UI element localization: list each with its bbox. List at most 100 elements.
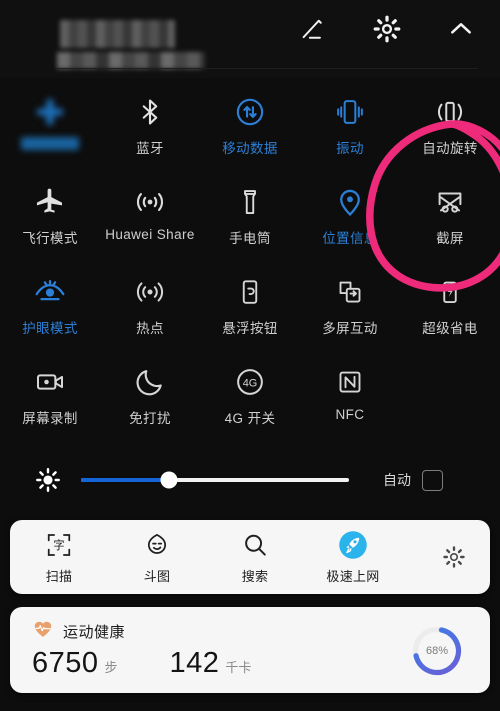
toggle-label: 多屏互动 [322,321,378,336]
shortcut-settings-gear-icon[interactable] [440,543,468,571]
toggle-label: 手电筒 [229,231,271,246]
svg-text:字: 字 [53,538,64,552]
wifi-icon [33,93,67,131]
svg-text:4G: 4G [243,378,258,390]
meme-face-icon [143,529,171,561]
toggle-hotspot[interactable]: 热点 [100,262,200,352]
toggle-row: 护眼模式 热点 悬浮按钮 多屏互动 超级省电 [0,262,500,352]
brightness-sun-icon [33,465,63,495]
toggle-label: 自动旋转 [422,141,478,156]
brightness-slider[interactable] [81,471,349,489]
toggle-location[interactable]: 位置信息 [300,172,400,262]
4g-switch-icon: 4G [234,363,266,401]
header-divider [57,68,478,69]
toggle-label: 位置信息 [322,231,378,246]
toggle-label: 4G 开关 [224,411,276,426]
quick-settings-panel: 蓝牙 移动数据 振动 自动旋转 飞行模式 Huawei Share 手电筒 位置… [0,0,500,711]
redacted-carrier-text [60,20,175,48]
shortcut-label: 极速上网 [326,569,380,584]
huawei-share-icon [133,183,167,221]
shortcut-card: 字 扫描 斗图 搜索 极速上网 [10,520,490,594]
toggle-mobile-data[interactable]: 移动数据 [200,82,300,172]
toggle-label: 超级省电 [422,321,478,336]
gear-icon[interactable] [370,12,404,46]
status-header [0,0,500,78]
toggle-label: 移动数据 [222,141,278,156]
toggle-huawei-share[interactable]: Huawei Share [100,172,200,262]
do-not-disturb-icon [134,363,166,401]
heart-pulse-icon [32,618,54,645]
nfc-icon [335,363,365,401]
toggle-row: 飞行模式 Huawei Share 手电筒 位置信息 截屏 [0,172,500,262]
toggle-vibrate[interactable]: 振动 [300,82,400,172]
toggle-label: 悬浮按钮 [222,321,278,336]
toggle-flashlight[interactable]: 手电筒 [200,172,300,262]
toggle-label: 截屏 [436,231,464,246]
shortcut-scan[interactable]: 字 扫描 [10,529,108,585]
health-progress-label: 68% [425,645,449,657]
shortcut-label: 斗图 [143,569,171,584]
toggle-auto-rotate[interactable]: 自动旋转 [400,82,500,172]
toggle-row: 屏幕录制 免打扰 4G 4G 开关 NFC [0,352,500,442]
screenshot-icon [434,183,466,221]
vibrate-icon [334,93,366,131]
auto-rotate-icon [434,93,466,131]
toggle-nfc[interactable]: NFC [300,352,400,442]
calories-unit: 千卡 [225,660,252,675]
toggle-label: 振动 [336,141,364,156]
toggle-bluetooth[interactable]: 蓝牙 [100,82,200,172]
toggle-label: NFC [335,407,365,422]
floating-button-icon [235,273,265,311]
toggle-label: 飞行模式 [22,231,78,246]
toggle-do-not-disturb[interactable]: 免打扰 [100,352,200,442]
shortcut-fast-internet[interactable]: 极速上网 [304,529,402,585]
flashlight-icon [235,183,265,221]
health-title: 运动健康 [63,624,126,641]
health-progress-ring: 68% [410,624,464,678]
shortcut-label: 搜索 [241,569,269,584]
toggle-floating-button[interactable]: 悬浮按钮 [200,262,300,352]
toggle-4g-switch[interactable]: 4G 4G 开关 [200,352,300,442]
screen-record-icon [34,363,66,401]
airplane-icon [34,183,66,221]
toggle-ultra-power-save[interactable]: 超级省电 [400,262,500,352]
shortcut-search[interactable]: 搜索 [206,529,304,585]
toggle-label: 热点 [136,321,164,336]
toggle-label: 护眼模式 [22,321,78,336]
brightness-slider-fill [81,478,170,482]
shortcut-label: 扫描 [45,569,73,584]
toggle-row: 蓝牙 移动数据 振动 自动旋转 [0,82,500,172]
bluetooth-icon [135,93,165,131]
steps-value: 6750 [32,647,99,679]
hotspot-icon [134,273,166,311]
toggle-label: 免打扰 [129,411,171,426]
toggle-label: 屏幕录制 [22,411,78,426]
toggle-grid: 蓝牙 移动数据 振动 自动旋转 飞行模式 Huawei Share 手电筒 位置… [0,82,500,442]
toggle-label: Huawei Share [105,227,195,242]
redacted-account-text [57,52,205,69]
ultra-power-save-icon [435,273,465,311]
search-icon [241,529,269,561]
toggle-screen-record[interactable]: 屏幕录制 [0,352,100,442]
multi-screen-icon [335,273,365,311]
brightness-slider-thumb[interactable] [160,471,178,489]
toggle-screenshot[interactable]: 截屏 [400,172,500,262]
auto-brightness-checkbox[interactable] [422,469,443,491]
edit-icon[interactable] [296,12,330,46]
toggle-eye-comfort[interactable]: 护眼模式 [0,262,100,352]
calories-value: 142 [169,647,220,679]
rocket-icon [338,529,368,561]
steps-unit: 步 [104,660,118,675]
toggle-multi-screen[interactable]: 多屏互动 [300,262,400,352]
shortcut-meme[interactable]: 斗图 [108,529,206,585]
health-card[interactable]: 运动健康 6750 步 142 千卡 68% [10,607,490,693]
toggle-wifi[interactable] [0,82,100,172]
toggle-airplane-mode[interactable]: 飞行模式 [0,172,100,262]
eye-comfort-icon [33,273,67,311]
chevron-up-icon[interactable] [444,12,478,46]
brightness-row: 自动 [0,452,500,508]
auto-brightness-label: 自动 [383,472,411,488]
scan-text-icon: 字 [45,529,73,561]
mobile-data-icon [234,93,266,131]
location-pin-icon [334,183,366,221]
